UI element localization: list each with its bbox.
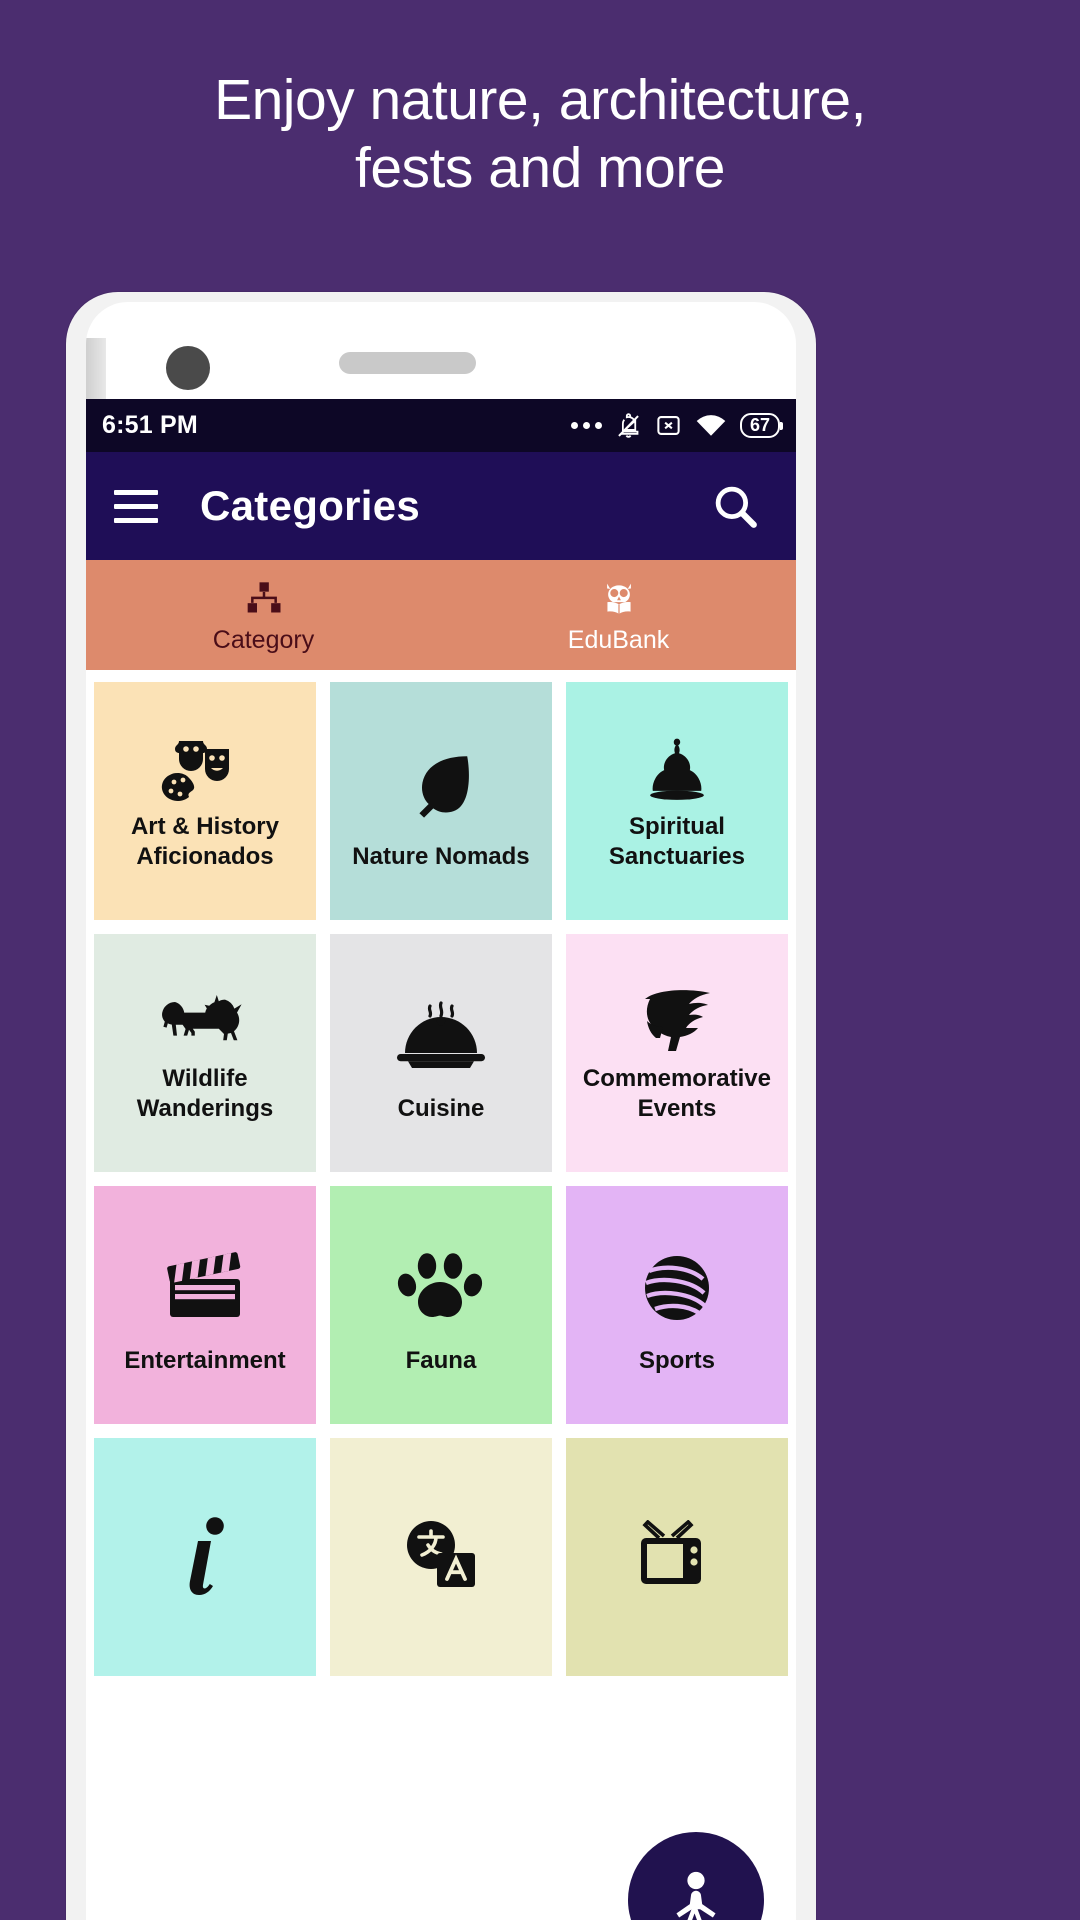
front-camera-icon bbox=[166, 346, 210, 390]
paw-print-icon bbox=[340, 1230, 542, 1346]
category-tile-fauna[interactable]: Fauna bbox=[329, 1186, 552, 1424]
info-italic-icon bbox=[104, 1482, 306, 1628]
category-tile-nature-nomads[interactable]: Nature Nomads bbox=[329, 682, 552, 920]
buddha-icon bbox=[576, 726, 778, 812]
category-tile-label: Entertainment bbox=[124, 1347, 286, 1374]
category-tile-label: Sports bbox=[638, 1347, 715, 1374]
category-tile-wildlife-wanderings[interactable]: Wildlife Wanderings bbox=[94, 934, 316, 1172]
app-bar: Categories bbox=[86, 452, 796, 560]
search-icon[interactable] bbox=[710, 481, 760, 531]
television-icon bbox=[576, 1482, 778, 1628]
tab-category[interactable]: Category bbox=[86, 560, 441, 670]
food-dome-icon bbox=[340, 978, 542, 1094]
volleyball-icon bbox=[576, 1230, 778, 1346]
tab-category-label: Category bbox=[212, 625, 315, 654]
tab-bar: Category EduBank bbox=[86, 560, 796, 670]
status-bar-time: 6:51 PM bbox=[102, 411, 198, 439]
tab-edubank[interactable]: EduBank bbox=[441, 560, 796, 670]
category-tile-label: Wildlife Wanderings bbox=[136, 1065, 274, 1122]
phone-mockup: 6:51 PM 67 Categories Category EduBank A… bbox=[66, 292, 816, 1920]
category-tile-label: Spiritual Sanctuaries bbox=[608, 813, 745, 870]
category-tile-label: Art & History Aficionados bbox=[130, 813, 279, 870]
hamburger-menu-icon[interactable] bbox=[114, 489, 158, 523]
x-box-icon bbox=[657, 416, 680, 435]
theater-masks-palette-icon bbox=[104, 726, 306, 812]
status-bar: 6:51 PM 67 bbox=[86, 399, 796, 452]
category-tile-spiritual-sanctuaries[interactable]: Spiritual Sanctuaries bbox=[565, 682, 788, 920]
category-tile-art-history[interactable]: Art & History Aficionados bbox=[94, 682, 316, 920]
owl-book-icon bbox=[597, 576, 641, 622]
category-tile-translate[interactable] bbox=[329, 1438, 552, 1676]
promo-headline: Enjoy nature, architecture, fests and mo… bbox=[0, 66, 1080, 203]
promo-headline-line2: fests and more bbox=[354, 136, 726, 201]
category-tile-label: Cuisine bbox=[397, 1095, 485, 1122]
category-tile-label bbox=[576, 1628, 778, 1654]
category-tile-label: Nature Nomads bbox=[352, 843, 530, 870]
spartan-helmet-icon bbox=[576, 978, 778, 1064]
bell-off-icon bbox=[618, 412, 639, 438]
battery-indicator: 67 bbox=[739, 413, 784, 438]
page-title: Categories bbox=[200, 482, 421, 529]
category-tile-sports[interactable]: Sports bbox=[565, 1186, 788, 1424]
category-tile-label: Fauna bbox=[405, 1347, 477, 1374]
person-guide-icon bbox=[676, 1871, 716, 1920]
wifi-icon bbox=[696, 414, 726, 436]
lion-icon bbox=[104, 978, 306, 1064]
category-tile-label: Commemorative Events bbox=[582, 1065, 771, 1122]
translate-icon bbox=[340, 1482, 542, 1628]
phone-bezel: 6:51 PM 67 Categories Category EduBank A… bbox=[86, 302, 796, 1920]
clapperboard-icon bbox=[104, 1230, 306, 1346]
hierarchy-icon bbox=[243, 576, 285, 622]
status-bar-icons: 67 bbox=[570, 411, 784, 441]
category-grid: Art & History Aficionados Nature Nomads bbox=[86, 670, 796, 1920]
category-tile-info[interactable] bbox=[94, 1438, 316, 1676]
tab-edubank-label: EduBank bbox=[567, 625, 670, 654]
more-dots-icon bbox=[570, 422, 602, 429]
category-tile-commemorative-events[interactable]: Commemorative Events bbox=[565, 934, 788, 1172]
leaf-icon bbox=[340, 726, 542, 842]
promo-headline-line1: Enjoy nature, architecture, bbox=[214, 68, 866, 132]
earpiece-speaker bbox=[339, 352, 476, 374]
phone-screen: 6:51 PM 67 Categories Category EduBank A… bbox=[86, 399, 796, 1920]
category-tile-label bbox=[104, 1628, 306, 1654]
category-tile-television[interactable] bbox=[565, 1438, 788, 1676]
category-tile-entertainment[interactable]: Entertainment bbox=[94, 1186, 316, 1424]
category-tile-label bbox=[340, 1628, 542, 1654]
category-tile-cuisine[interactable]: Cuisine bbox=[329, 934, 552, 1172]
